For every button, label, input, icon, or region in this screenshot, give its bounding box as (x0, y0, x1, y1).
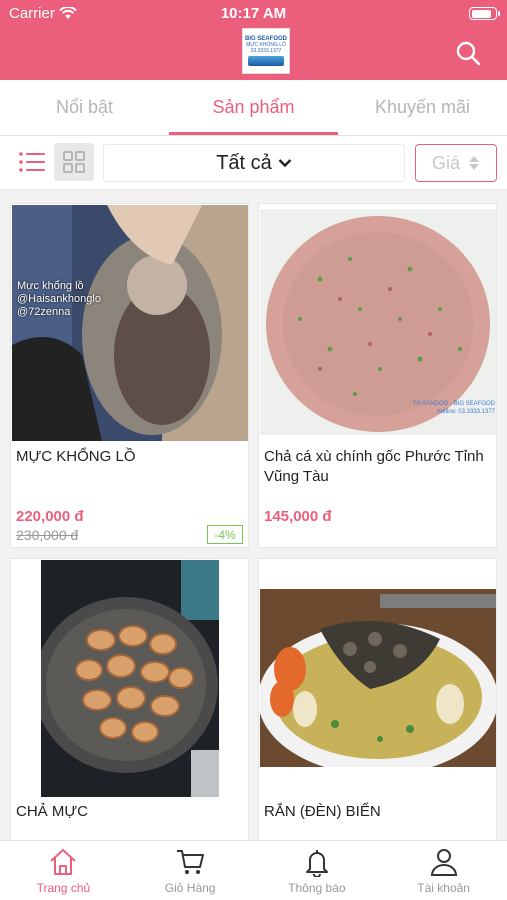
nav-account-label: Tài khoản (417, 881, 470, 895)
category-label: Tất cả (216, 151, 272, 174)
nav-notifications-label: Thông báo (288, 881, 346, 895)
grid-view-button[interactable] (54, 143, 94, 181)
product-price: 145,000 đ (264, 508, 332, 525)
sort-icon (469, 156, 479, 170)
product-card[interactable]: CHẢ MỰC (10, 558, 249, 848)
category-select[interactable]: Tất cả (103, 144, 405, 182)
product-name: MỰC KHỔNG LỒ (16, 448, 136, 465)
search-icon[interactable] (455, 40, 481, 66)
product-watermark: TH.SANDOO - BIG SEAFOOD hotline: 03.3333… (412, 401, 495, 415)
cart-icon (177, 850, 205, 874)
bell-icon (305, 850, 328, 877)
sort-label: Giá (431, 152, 460, 173)
nav-account[interactable]: Tài khoản (380, 841, 507, 900)
grid-view-icon (63, 151, 85, 173)
tab-bar: Nổi bật Sản phẩm Khuyến mãi (0, 80, 507, 136)
nav-home-label: Trang chủ (36, 881, 91, 895)
user-icon (430, 849, 457, 876)
tab-featured[interactable]: Nổi bật (0, 80, 169, 135)
filter-bar: Tất cả Giá (0, 136, 507, 190)
product-image[interactable] (260, 589, 496, 767)
product-card[interactable]: RẮN (ĐÈN) BIỂN (258, 558, 497, 848)
logo-wave (248, 56, 284, 66)
home-icon (50, 849, 77, 875)
battery-icon (469, 7, 500, 20)
nav-cart-label: Giỏ Hàng (164, 881, 216, 895)
product-card[interactable]: TH.SANDOO - BIG SEAFOOD hotline: 03.3333… (258, 203, 497, 548)
product-price: 220,000 đ (16, 508, 84, 525)
discount-badge: -4% (207, 525, 243, 544)
chevron-down-icon (278, 159, 292, 168)
bottom-nav: Trang chủ Giỏ Hàng Thông báo Tài khoản (0, 840, 507, 900)
product-image[interactable] (41, 560, 219, 797)
product-image[interactable] (12, 205, 248, 441)
nav-cart[interactable]: Giỏ Hàng (127, 841, 254, 900)
app-header: Carrier 10:17 AM BIG SEAFOOD MỰC KHỔNG L… (0, 0, 507, 80)
nav-home[interactable]: Trang chủ (0, 841, 127, 900)
list-view-icon[interactable] (14, 144, 50, 180)
status-bar: Carrier 10:17 AM (0, 0, 507, 28)
product-card[interactable]: Mực khổng lồ @Haisankhonglo @72zenna MỰC… (10, 203, 249, 548)
nav-notifications[interactable]: Thông báo (254, 841, 381, 900)
product-name: Chả cá xù chính gốc Phước Tỉnh Vũng Tàu (264, 448, 484, 485)
product-name: RẮN (ĐÈN) BIỂN (264, 803, 381, 820)
app-logo[interactable]: BIG SEAFOOD MỰC KHỔNG LỒ 03.3333.1377 (242, 28, 290, 74)
product-watermark: Mực khổng lồ @Haisankhonglo @72zenna (17, 280, 101, 318)
price-sort-button[interactable]: Giá (415, 144, 497, 182)
tab-products[interactable]: Sản phẩm (169, 80, 338, 135)
logo-phone: 03.3333.1377 (250, 48, 282, 54)
product-name: CHẢ MỰC (16, 803, 88, 820)
status-time: 10:17 AM (220, 5, 287, 22)
product-old-price: 230,000 đ (16, 527, 79, 543)
tab-promotions[interactable]: Khuyến mãi (338, 80, 507, 135)
